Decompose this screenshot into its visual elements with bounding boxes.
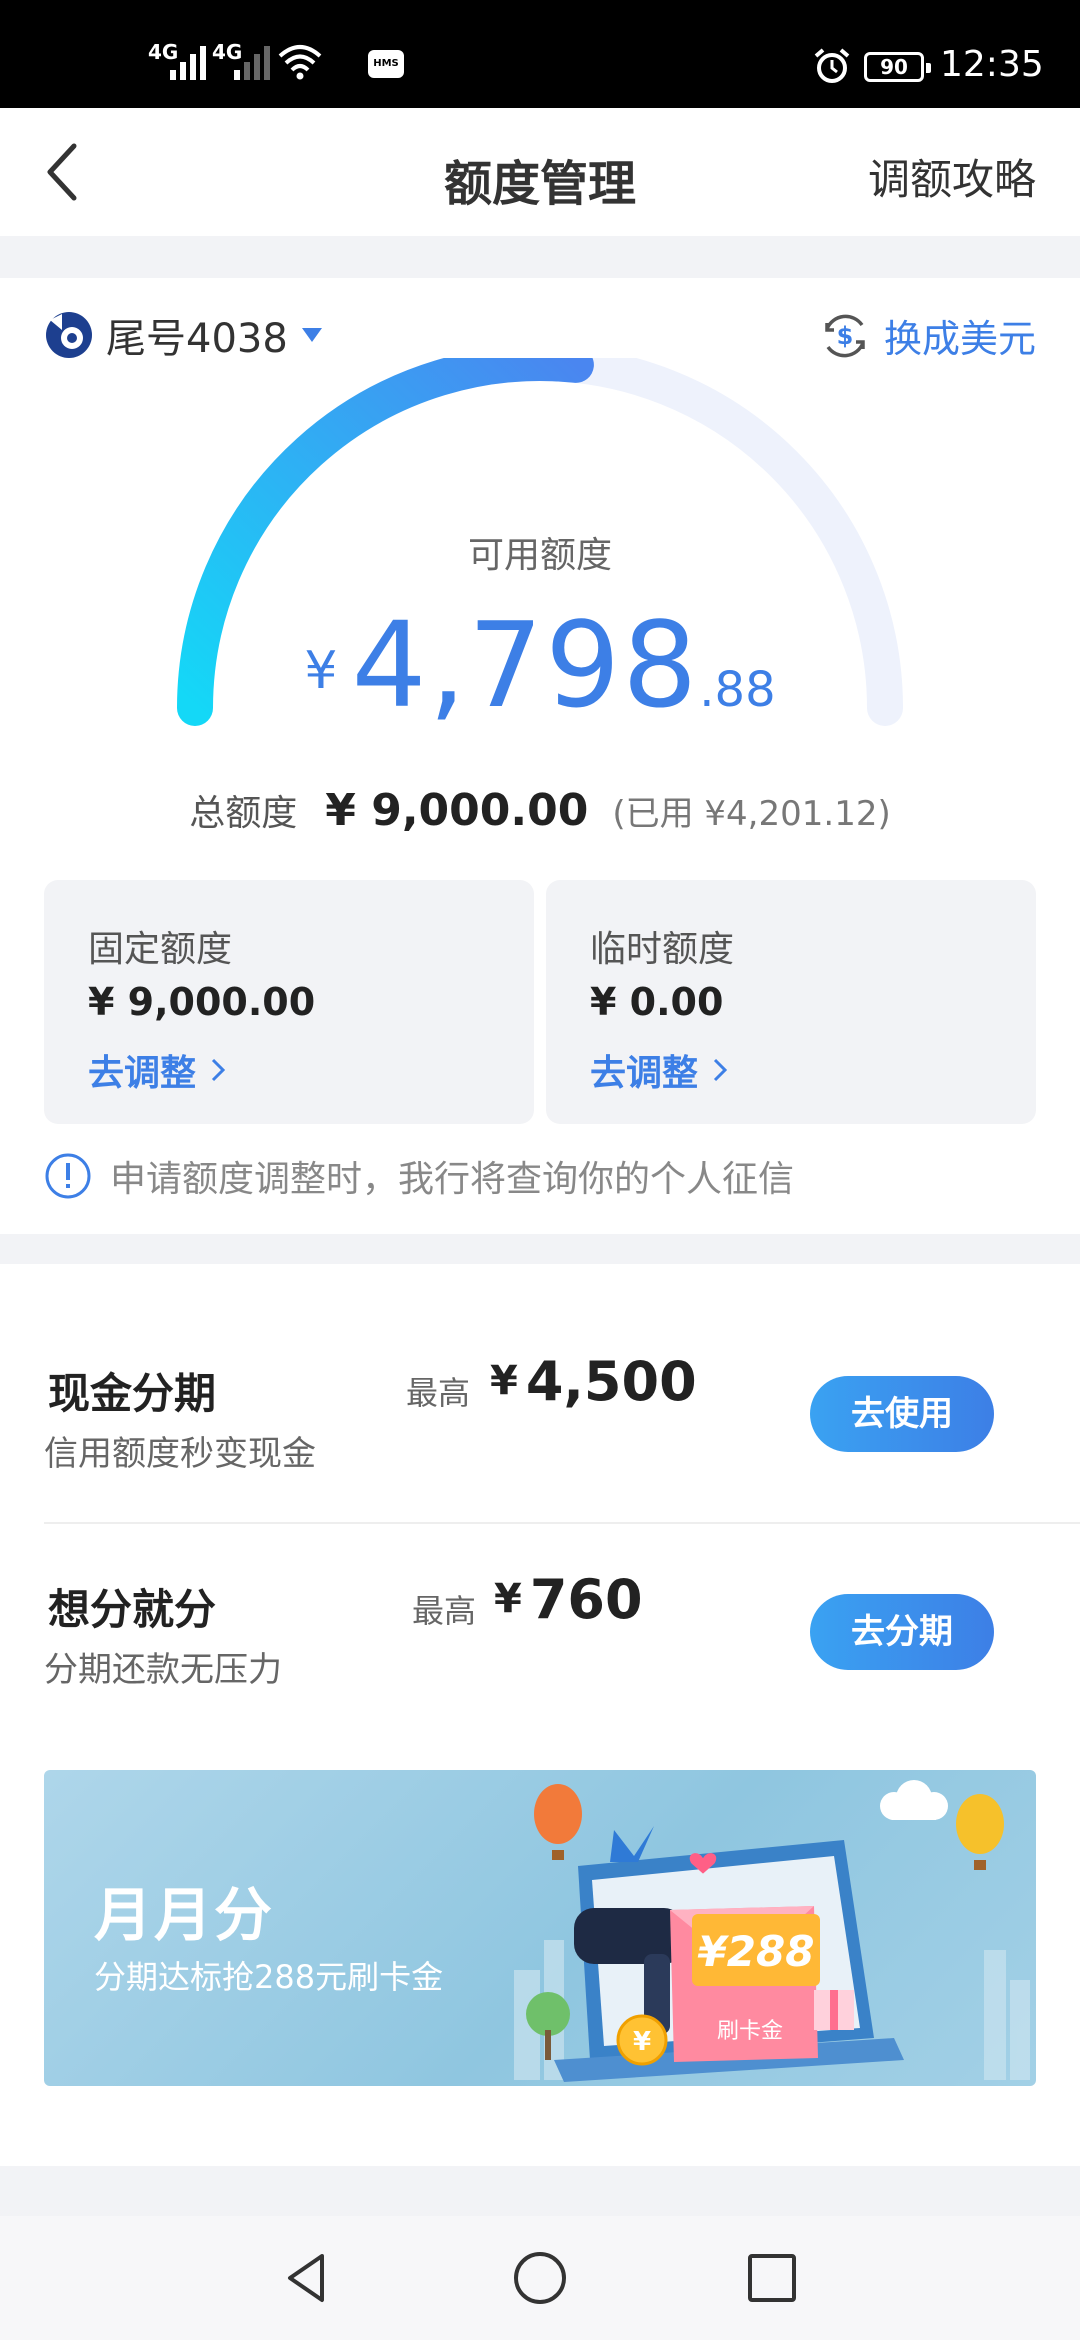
system-nav-bar — [0, 2216, 1080, 2340]
total-limit-value: ¥ 9,000.00 — [325, 785, 589, 836]
nav-recents-button[interactable] — [740, 2246, 804, 2310]
chevron-right-icon — [211, 1058, 226, 1082]
temporary-limit-value: ¥ 0.00 — [590, 980, 724, 1024]
cash-installment-row: 现金分期 信用额度秒变现金 最高 ¥4,500 去使用 — [0, 1264, 1080, 1474]
cash-installment-title: 现金分期 — [48, 1369, 217, 1418]
dropdown-triangle-icon — [301, 328, 322, 342]
installment-card: 现金分期 信用额度秒变现金 最高 ¥4,500 去使用 想分就分 分期还款无压力… — [0, 1264, 1080, 1740]
balloon-icon — [956, 1794, 1004, 1854]
yen-sign: ¥ — [490, 1358, 518, 1404]
cash-installment-subtitle: 信用额度秒变现金 — [44, 1434, 316, 1474]
start-installment-button[interactable]: 去分期 — [810, 1594, 994, 1670]
clock: 12:35 — [940, 44, 1044, 85]
nav-home-button[interactable] — [508, 2246, 572, 2310]
currency-switch-button[interactable]: $ 换成美元 — [818, 308, 1036, 363]
promo-banner[interactable]: 月月分 分期达标抢288元刷卡金 ¥288 刷卡金 ¥ — [44, 1770, 1036, 2086]
flex-installment-max-amount: ¥760 — [494, 1568, 643, 1631]
currency-switch-label: 换成美元 — [883, 317, 1036, 361]
flex-installment-max-label: 最高 — [412, 1592, 477, 1630]
credit-limit-card: 尾号4038 $ 换成美元 可用额度 ¥4,798.88 总额度 ¥ 9,000.… — [0, 278, 1080, 1234]
promo-subtitle: 分期达标抢288元刷卡金 — [94, 1958, 444, 1996]
flex-installment-amount: 760 — [529, 1568, 643, 1631]
alarm-icon — [814, 48, 850, 83]
adjust-temporary-limit-link[interactable]: 去调整 — [590, 1044, 728, 1096]
info-icon — [45, 1153, 91, 1199]
temporary-limit-title: 临时额度 — [590, 929, 735, 970]
available-yen: ¥ — [304, 641, 338, 701]
coin-symbol: ¥ — [633, 2027, 651, 2057]
signal-icon — [170, 44, 206, 80]
flex-installment-row: 想分就分 分期还款无压力 最高 ¥760 去分期 — [0, 1524, 1080, 1714]
available-limit-label: 可用额度 — [467, 535, 612, 576]
envelope-label: 刷卡金 — [717, 2019, 783, 2044]
promo-illustration: ¥288 刷卡金 ¥ — [514, 1780, 1030, 2082]
wifi-icon — [278, 45, 322, 80]
use-cash-installment-button[interactable]: 去使用 — [810, 1376, 994, 1452]
chevron-right-icon — [713, 1058, 728, 1082]
signal-icon — [234, 44, 270, 80]
nav-back-button[interactable] — [276, 2246, 340, 2310]
yen-sign: ¥ — [494, 1576, 522, 1622]
available-integer: 4,798 — [351, 596, 700, 734]
limit-guide-link[interactable]: 调额攻略 — [868, 146, 1036, 207]
available-decimal: .88 — [699, 662, 776, 718]
flex-installment-subtitle: 分期还款无压力 — [44, 1650, 282, 1690]
card-selector[interactable]: 尾号4038 — [44, 306, 322, 364]
adjust-temporary-limit-label: 去调整 — [590, 1053, 699, 1094]
cash-installment-max-amount: ¥4,500 — [490, 1350, 697, 1413]
bank-logo-icon — [46, 312, 92, 358]
flex-installment-title: 想分就分 — [48, 1585, 217, 1634]
battery-icon: 90 — [864, 52, 931, 82]
fixed-limit-box: 固定额度 ¥ 9,000.00 去调整 — [44, 880, 534, 1124]
adjust-fixed-limit-link[interactable]: 去调整 — [88, 1044, 226, 1096]
total-limit-label: 总额度 — [189, 793, 298, 834]
promo-title: 月月分 — [94, 1881, 275, 1949]
promo-section: 月月分 分期达标抢288元刷卡金 ¥288 刷卡金 ¥ — [0, 1740, 1080, 2166]
used-amount: (已用 ¥4,201.12) — [612, 794, 891, 834]
credit-check-notice: 申请额度调整时，我行将查询你的个人征信 — [44, 1150, 794, 1202]
hms-icon: HMS — [368, 50, 404, 78]
status-bar: 4G 4G HMS 90 12:35 — [0, 0, 1080, 108]
temporary-limit-box: 临时额度 ¥ 0.00 去调整 — [546, 880, 1036, 1124]
dollar-exchange-icon: $ — [825, 314, 865, 357]
card-tail-label: 尾号4038 — [106, 316, 288, 362]
envelope-amount: ¥288 — [698, 1927, 815, 1976]
cash-installment-amount: 4,500 — [525, 1350, 697, 1413]
credit-check-notice-text: 申请额度调整时，我行将查询你的个人征信 — [110, 1159, 795, 1200]
svg-text:$: $ — [837, 322, 854, 350]
available-limit-amount: ¥4,798.88 — [0, 596, 1080, 734]
fixed-limit-title: 固定额度 — [88, 929, 233, 970]
app-header: 额度管理 调额攻略 — [0, 108, 1080, 236]
balloon-icon — [534, 1784, 582, 1844]
cash-installment-max-label: 最高 — [406, 1374, 471, 1412]
total-limit-row: 总额度 ¥ 9,000.00 (已用 ¥4,201.12) — [0, 784, 1080, 836]
fixed-limit-value: ¥ 9,000.00 — [88, 980, 316, 1024]
adjust-fixed-limit-label: 去调整 — [88, 1053, 197, 1094]
